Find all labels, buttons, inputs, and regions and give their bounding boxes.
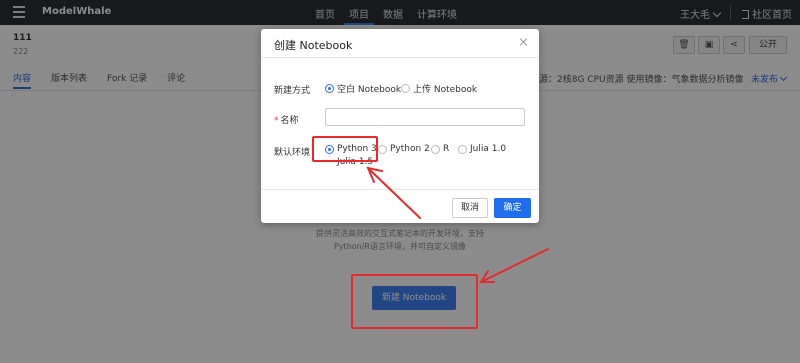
arrow-to-new-notebook	[482, 248, 549, 282]
arrow-to-python3	[369, 169, 421, 219]
annotation-arrows	[366, 166, 549, 283]
